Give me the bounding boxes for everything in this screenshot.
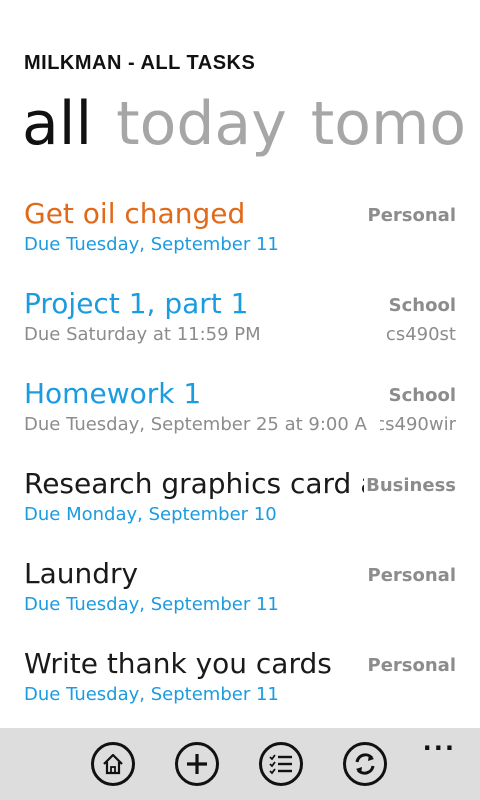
task-item[interactable]: Homework 1 School Due Tuesday, September… — [0, 370, 480, 460]
task-title: Get oil changed — [24, 197, 246, 230]
task-category: School — [388, 385, 456, 406]
sync-icon — [355, 753, 375, 775]
task-title: Laundry — [24, 557, 139, 590]
task-title: Research graphics card a — [24, 467, 364, 500]
task-item[interactable]: Laundry Personal Due Tuesday, September … — [0, 550, 480, 640]
task-item[interactable]: Write thank you cards Personal Due Tuesd… — [0, 640, 480, 730]
more-menu-ellipsis[interactable]: ... — [423, 730, 456, 754]
task-title: Project 1, part 1 — [24, 287, 249, 320]
app-bar: ... — [0, 728, 480, 800]
pivot-item-today[interactable]: today — [116, 89, 287, 159]
task-title: Write thank you cards — [24, 647, 332, 680]
task-category: School — [388, 295, 456, 316]
task-due-date: Due Tuesday, September 25 at 9:00 AM — [24, 414, 368, 435]
task-category: Business — [366, 475, 456, 496]
pivot-header: all today tomo — [22, 84, 480, 164]
task-due-date: Due Tuesday, September 11 — [24, 594, 279, 615]
list-icon — [269, 754, 292, 775]
task-due-date: Due Saturday at 11:59 PM — [24, 324, 261, 345]
app-title: MILKMAN - ALL TASKS — [24, 52, 256, 74]
task-category: Personal — [367, 205, 457, 226]
task-item[interactable]: Project 1, part 1 School Due Saturday at… — [0, 280, 480, 370]
home-button[interactable] — [91, 742, 135, 786]
add-task-button[interactable] — [175, 742, 219, 786]
task-list: Get oil changed Personal Due Tuesday, Se… — [0, 190, 480, 730]
task-category: Personal — [367, 655, 457, 676]
lists-button[interactable] — [259, 742, 303, 786]
home-icon — [103, 753, 123, 775]
task-item[interactable]: Get oil changed Personal Due Tuesday, Se… — [0, 190, 480, 280]
sync-button[interactable] — [343, 742, 387, 786]
task-due-date: Due Tuesday, September 11 — [24, 234, 279, 255]
task-due-date: Due Tuesday, September 11 — [24, 684, 279, 705]
task-item[interactable]: Research graphics card a Business Due Mo… — [0, 460, 480, 550]
task-title: Homework 1 — [24, 377, 202, 410]
pivot-item-tomorrow[interactable]: tomo — [311, 89, 466, 159]
task-course: cs490wir — [380, 414, 456, 435]
add-icon — [187, 754, 207, 774]
task-course: cs490st — [385, 324, 456, 345]
task-due-date: Due Monday, September 10 — [24, 504, 277, 525]
pivot-item-all[interactable]: all — [22, 89, 92, 159]
task-category: Personal — [367, 565, 457, 586]
